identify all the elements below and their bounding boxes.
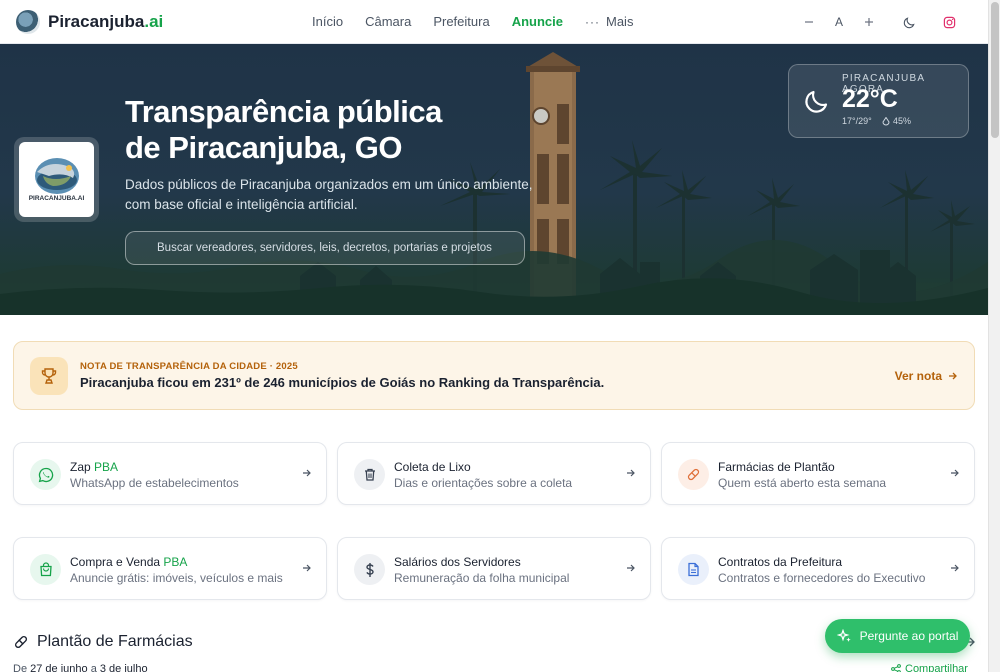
font-decrease-icon[interactable]	[794, 12, 824, 32]
weather-temperature: 22°C	[842, 85, 898, 113]
card-description: Contratos e fornecedores do Executivo	[718, 571, 926, 585]
nav-camara[interactable]: Câmara	[365, 14, 411, 29]
share-button[interactable]: Compartilhar	[891, 663, 968, 672]
share-icon	[891, 664, 901, 672]
card-description: WhatsApp de estabelecimentos	[70, 476, 239, 490]
arrow-right-icon	[303, 469, 311, 477]
date-prefix: De	[13, 663, 28, 672]
card-description: Dias e orientações sobre a coleta	[394, 476, 573, 490]
scrollbar-thumb[interactable]	[991, 2, 999, 138]
brand-suffix: .ai	[144, 12, 164, 31]
card-title: Contratos da Prefeitura	[718, 555, 843, 569]
view-note-link[interactable]: Ver nota	[895, 369, 958, 383]
font-size-indicator[interactable]: A	[824, 12, 854, 32]
city-seal-emblem: PIRACANJUBA.AI	[29, 158, 85, 202]
arrow-right-icon	[627, 564, 635, 572]
arrow-right-icon	[303, 564, 311, 572]
pharmacy-section-header: Plantão de Farmácias	[13, 633, 193, 651]
card-title-text: Zap	[70, 460, 91, 474]
share-label: Compartilhar	[905, 663, 968, 672]
transparency-note-banner[interactable]: NOTA DE TRANSPARÊNCIA DA CIDADE · 2025 P…	[13, 341, 975, 410]
card-title-text: Compra e Venda	[70, 555, 161, 569]
arrow-right-icon	[951, 564, 959, 572]
pill-icon	[678, 459, 709, 490]
ask-portal-button[interactable]: Pergunte ao portal	[825, 619, 970, 653]
weather-widget: PIRACANJUBA AGORA 22°C 17°/29° 45%	[788, 64, 969, 138]
nav-mais[interactable]: ··· Mais	[585, 14, 633, 29]
note-kicker: NOTA DE TRANSPARÊNCIA DA CIDADE · 2025	[80, 361, 298, 372]
nav-inicio[interactable]: Início	[312, 14, 343, 29]
hero-search-input[interactable]	[126, 232, 524, 264]
card-coleta-de-lixo[interactable]: Coleta de Lixo Dias e orientações sobre …	[337, 442, 651, 505]
main-nav: Início Câmara Prefeitura Anuncie ··· Mai…	[312, 14, 655, 29]
top-navbar: Piracanjuba.ai Início Câmara Prefeitura …	[0, 0, 988, 44]
shopping-bag-icon	[30, 554, 61, 585]
weather-humidity-value: 45%	[893, 116, 912, 126]
city-seal-image: PIRACANJUBA.AI	[19, 142, 94, 217]
droplet-icon	[882, 116, 890, 125]
arrow-right-icon	[949, 372, 957, 380]
weather-humidity: 45%	[882, 116, 911, 126]
brand-logo	[16, 10, 40, 34]
card-farmacias-de-plantao[interactable]: Farmácias de Plantão Quem está aberto es…	[661, 442, 975, 505]
whatsapp-icon	[30, 459, 61, 490]
weather-range: 17°/29°	[842, 116, 872, 126]
card-title: Farmácias de Plantão	[718, 460, 835, 474]
instagram-icon[interactable]	[934, 12, 964, 32]
date-start: 27 de junho	[30, 663, 88, 672]
card-title: Compra e Venda PBA	[70, 555, 187, 569]
more-dots-icon: ···	[585, 14, 600, 29]
card-title: Zap PBA	[70, 460, 118, 474]
page-scrollbar[interactable]	[988, 0, 1000, 672]
card-title-accent: PBA	[94, 460, 119, 474]
arrow-right-icon	[627, 469, 635, 477]
hero-search-box[interactable]	[125, 231, 525, 265]
trophy-icon	[30, 357, 68, 395]
nav-anuncie[interactable]: Anuncie	[512, 14, 563, 29]
hero-subtitle: Dados públicos de Piracanjuba organizado…	[125, 175, 535, 215]
nav-mais-label: Mais	[606, 14, 634, 29]
card-title: Coleta de Lixo	[394, 460, 471, 474]
pharmacy-section-title: Plantão de Farmácias	[37, 633, 193, 650]
pill-icon	[14, 635, 28, 649]
document-icon	[678, 554, 709, 585]
view-note-label: Ver nota	[894, 369, 942, 383]
header-tools: A	[794, 12, 964, 32]
card-compra-e-venda[interactable]: Compra e Venda PBA Anuncie grátis: imóve…	[13, 537, 327, 600]
hero-subtitle-line2: com base oficial e inteligência artifici…	[125, 197, 358, 212]
note-text: Piracanjuba ficou em 231º de 246 municíp…	[80, 375, 605, 390]
ask-portal-label: Pergunte ao portal	[859, 629, 959, 643]
brand-name: Piracanjuba	[48, 12, 145, 31]
brand-wordmark: Piracanjuba.ai	[48, 12, 163, 32]
hero-title-line2: de Piracanjuba, GO	[125, 130, 402, 165]
sparkles-icon	[836, 628, 851, 642]
card-contratos-da-prefeitura[interactable]: Contratos da Prefeitura Contratos e forn…	[661, 537, 975, 600]
card-description: Remuneração da folha municipal	[394, 571, 570, 585]
seal-text: PIRACANJUBA.AI	[29, 195, 85, 202]
dollar-icon	[354, 554, 385, 585]
brand[interactable]: Piracanjuba.ai	[16, 10, 163, 34]
hero-title: Transparência pública de Piracanjuba, GO	[125, 94, 545, 166]
card-zap-pba[interactable]: Zap PBA WhatsApp de estabelecimentos	[13, 442, 327, 505]
city-seal: PIRACANJUBA.AI	[14, 137, 99, 222]
date-end: 3 de julho	[99, 663, 148, 672]
card-salarios-dos-servidores[interactable]: Salários dos Servidores Remuneração da f…	[337, 537, 651, 600]
arrow-right-icon	[951, 469, 959, 477]
card-description: Quem está aberto esta semana	[718, 476, 887, 490]
dark-mode-moon-icon[interactable]	[894, 12, 924, 32]
pharmacy-date-range: De 27 de junho a 3 de julho	[13, 663, 148, 672]
card-title-accent: PBA	[163, 555, 188, 569]
hero-banner: PIRACANJUBA.AI Transparência pública de …	[0, 44, 988, 315]
moon-weather-icon	[805, 90, 828, 113]
font-increase-icon[interactable]	[854, 12, 884, 32]
card-title: Salários dos Servidores	[394, 555, 521, 569]
trash-icon	[354, 459, 385, 490]
hero-title-line1: Transparência pública	[125, 94, 442, 129]
hero-subtitle-line1: Dados públicos de Piracanjuba organizado…	[125, 177, 533, 192]
card-description: Anuncie grátis: imóveis, veículos e mais	[70, 571, 283, 585]
date-joiner: a	[90, 663, 97, 672]
nav-prefeitura[interactable]: Prefeitura	[433, 14, 489, 29]
